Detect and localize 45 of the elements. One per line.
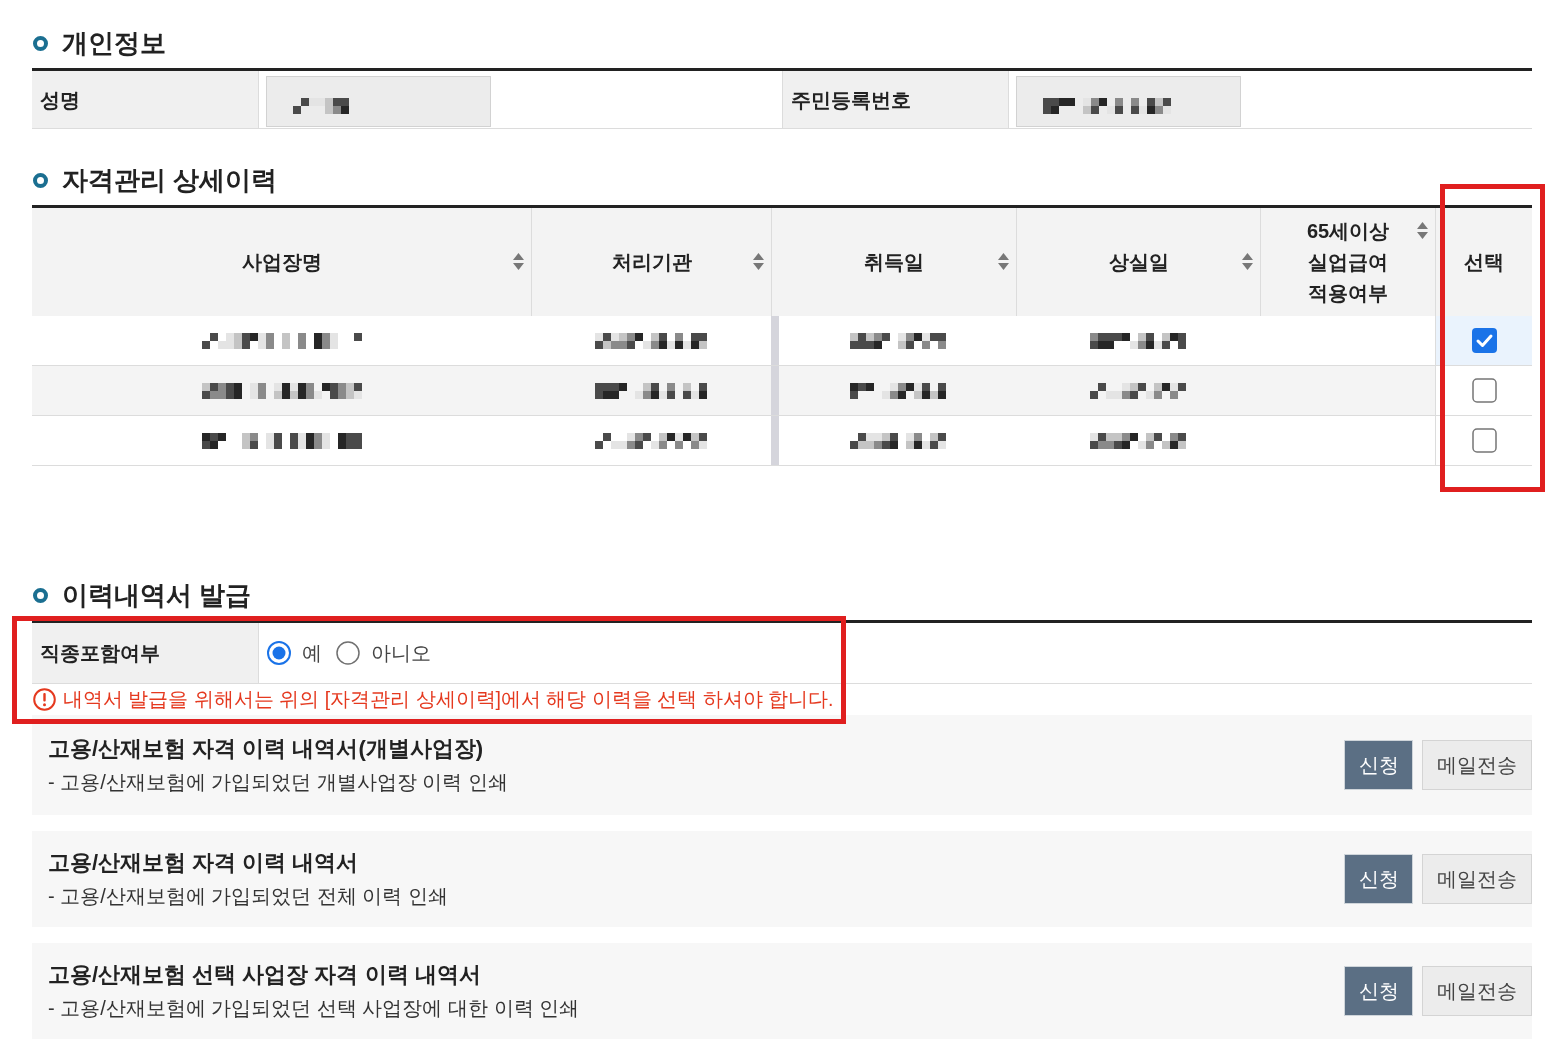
checkbox[interactable] [1471,428,1497,453]
apply-button[interactable]: 신청 [1344,740,1413,790]
sort-icon[interactable] [1417,221,1428,239]
section-title: 이력내역서 발급 [62,579,252,612]
document-description: - 고용/산재보험에 가입되었던 개별사업장 이력 인쇄 [48,769,509,795]
sort-icon[interactable] [753,252,764,270]
email-button[interactable]: 메일전송 [1422,966,1532,1016]
input-field[interactable] [1016,76,1241,127]
sort-icon[interactable] [513,252,524,270]
apply-button[interactable]: 신청 [1344,966,1413,1016]
email-button[interactable]: 메일전송 [1422,854,1532,904]
table-row[interactable] [32,316,1532,366]
checkbox[interactable] [1471,378,1497,403]
document-title: 고용/산재보험 선택 사업장 자격 이력 내역서 [48,960,482,989]
section-title: 자격관리 상세이력 [62,164,278,197]
column-header[interactable]: 사업장명 [32,208,531,316]
column-header[interactable]: 상실일 [1016,208,1260,316]
bullet-ring-icon [33,35,48,51]
column-header: 선택 [1435,208,1532,316]
document-title: 고용/산재보험 자격 이력 내역서(개별사업장) [48,734,485,763]
warning-message: 내역서 발급을 위해서는 위의 [자격관리 상세이력]에서 해당 이력을 선택 하셔야 합니다. [63,686,834,712]
warning-icon [33,688,56,711]
document-description: - 고용/산재보험에 가입되었던 전체 이력 인쇄 [48,883,449,909]
radio-label[interactable]: 예 [302,638,322,668]
apply-button[interactable]: 신청 [1344,854,1413,904]
table-row[interactable] [32,366,1532,416]
sort-icon[interactable] [998,252,1009,270]
field-label: 주민등록번호 [782,71,1008,128]
column-header[interactable]: 65세이상 실업급여 적용여부 [1260,208,1435,316]
bullet-ring-icon [33,587,48,603]
bullet-ring-icon [33,172,48,188]
section-title: 개인정보 [62,27,166,60]
radio-button[interactable] [267,641,291,665]
email-button[interactable]: 메일전송 [1422,740,1532,790]
column-header[interactable]: 취득일 [771,208,1016,316]
sort-icon[interactable] [1242,252,1253,270]
document-title: 고용/산재보험 자격 이력 내역서 [48,848,360,877]
document-description: - 고용/산재보험에 가입되었던 선택 사업장에 대한 이력 인쇄 [48,995,581,1021]
radio-label[interactable]: 아니오 [371,638,431,668]
input-field[interactable] [266,76,491,127]
column-header[interactable]: 처리기관 [531,208,771,316]
radio-button[interactable] [336,641,360,665]
field-label: 직종포함여부 [32,623,258,683]
field-label: 성명 [32,71,258,128]
checkbox[interactable] [1471,328,1497,353]
